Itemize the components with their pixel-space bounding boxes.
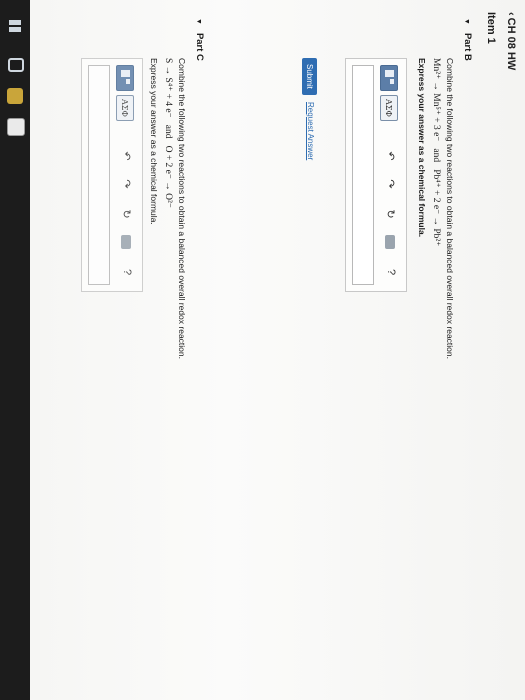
part-b-instruction: Combine the following two reactions to o… — [445, 58, 455, 359]
collapse-triangle-icon: ▼ — [463, 18, 470, 25]
part-c-connector: and — [163, 124, 173, 139]
request-answer-link[interactable]: Request Answer — [306, 102, 315, 160]
undo-icon[interactable]: ↶ — [384, 149, 397, 163]
reset-icon[interactable]: ↻ — [384, 207, 397, 221]
back-link-label: CH 08 HW — [505, 17, 517, 71]
part-b-label: Part B — [462, 32, 473, 61]
part-c-label: Part C — [194, 32, 205, 61]
collapse-triangle-icon: ▼ — [195, 18, 202, 25]
browser-content: ‹CH 08 HW Item 1 ▼ Part B Combine the fol… — [30, 0, 525, 700]
task-view-icon[interactable] — [8, 58, 24, 72]
part-b-answer-editor: AΣΦ ↶ ↷ ↻ ? — [345, 58, 407, 292]
part-b-header[interactable]: ▼ Part B — [462, 18, 473, 61]
part-c-answer-editor: AΣΦ ↶ ↷ ↻ ? — [81, 58, 143, 292]
templates-icon[interactable] — [380, 65, 398, 91]
item-title: Item 1 — [485, 12, 497, 44]
store-icon[interactable] — [7, 118, 25, 136]
part-b-connector: and — [431, 148, 441, 163]
back-to-assignment-link[interactable]: ‹CH 08 HW — [505, 12, 517, 70]
submit-button[interactable]: Submit — [302, 58, 317, 95]
file-explorer-icon[interactable] — [7, 88, 23, 104]
part-c-header[interactable]: ▼ Part C — [194, 18, 205, 61]
templates-icon[interactable] — [116, 65, 134, 91]
part-c-reactions: S → S⁴⁺ + 4 e⁻ and O + 2 e⁻ → O²⁻ — [162, 58, 173, 208]
help-button[interactable]: ? — [121, 265, 133, 279]
greek-symbols-button[interactable]: AΣΦ — [380, 95, 398, 121]
windows-start-icon[interactable] — [7, 18, 23, 34]
redo-icon[interactable]: ↷ — [384, 177, 397, 191]
part-c-answer-input[interactable] — [88, 65, 110, 285]
part-b-editor-toolbar: AΣΦ ↶ ↷ ↻ ? — [380, 65, 398, 285]
keyboard-icon[interactable] — [121, 235, 131, 249]
redo-icon[interactable]: ↷ — [120, 177, 133, 191]
help-button[interactable]: ? — [385, 265, 397, 279]
greek-symbols-button[interactable]: AΣΦ — [116, 95, 134, 121]
taskbar — [0, 0, 30, 700]
part-c-answer-prompt: Express your answer as a chemical formul… — [149, 58, 159, 225]
reset-icon[interactable]: ↻ — [120, 207, 133, 221]
part-b-answer-input[interactable] — [352, 65, 374, 285]
undo-icon[interactable]: ↶ — [120, 149, 133, 163]
keyboard-icon[interactable] — [385, 235, 395, 249]
part-b-answer-prompt: Express your answer as a chemical formul… — [417, 58, 427, 238]
part-c-instruction: Combine the following two reactions to o… — [177, 58, 187, 359]
part-b-reaction-1: Mn²⁺ → Mn⁵⁺ + 3 e⁻ — [431, 58, 441, 142]
part-b-reactions: Mn²⁺ → Mn⁵⁺ + 3 e⁻ and Pb⁴⁺ + 2 e⁻ → Pb²… — [430, 58, 441, 246]
part-c-reaction-1: S → S⁴⁺ + 4 e⁻ — [163, 58, 173, 118]
part-b-reaction-2: Pb⁴⁺ + 2 e⁻ → Pb²⁺ — [431, 169, 441, 247]
part-c-reaction-2: O + 2 e⁻ → O²⁻ — [163, 145, 173, 208]
chevron-left-icon: ‹ — [505, 12, 517, 16]
assignment-page: ‹CH 08 HW Item 1 ▼ Part B Combine the fol… — [30, 0, 525, 700]
part-c-editor-toolbar: AΣΦ ↶ ↷ ↻ ? — [116, 65, 134, 285]
